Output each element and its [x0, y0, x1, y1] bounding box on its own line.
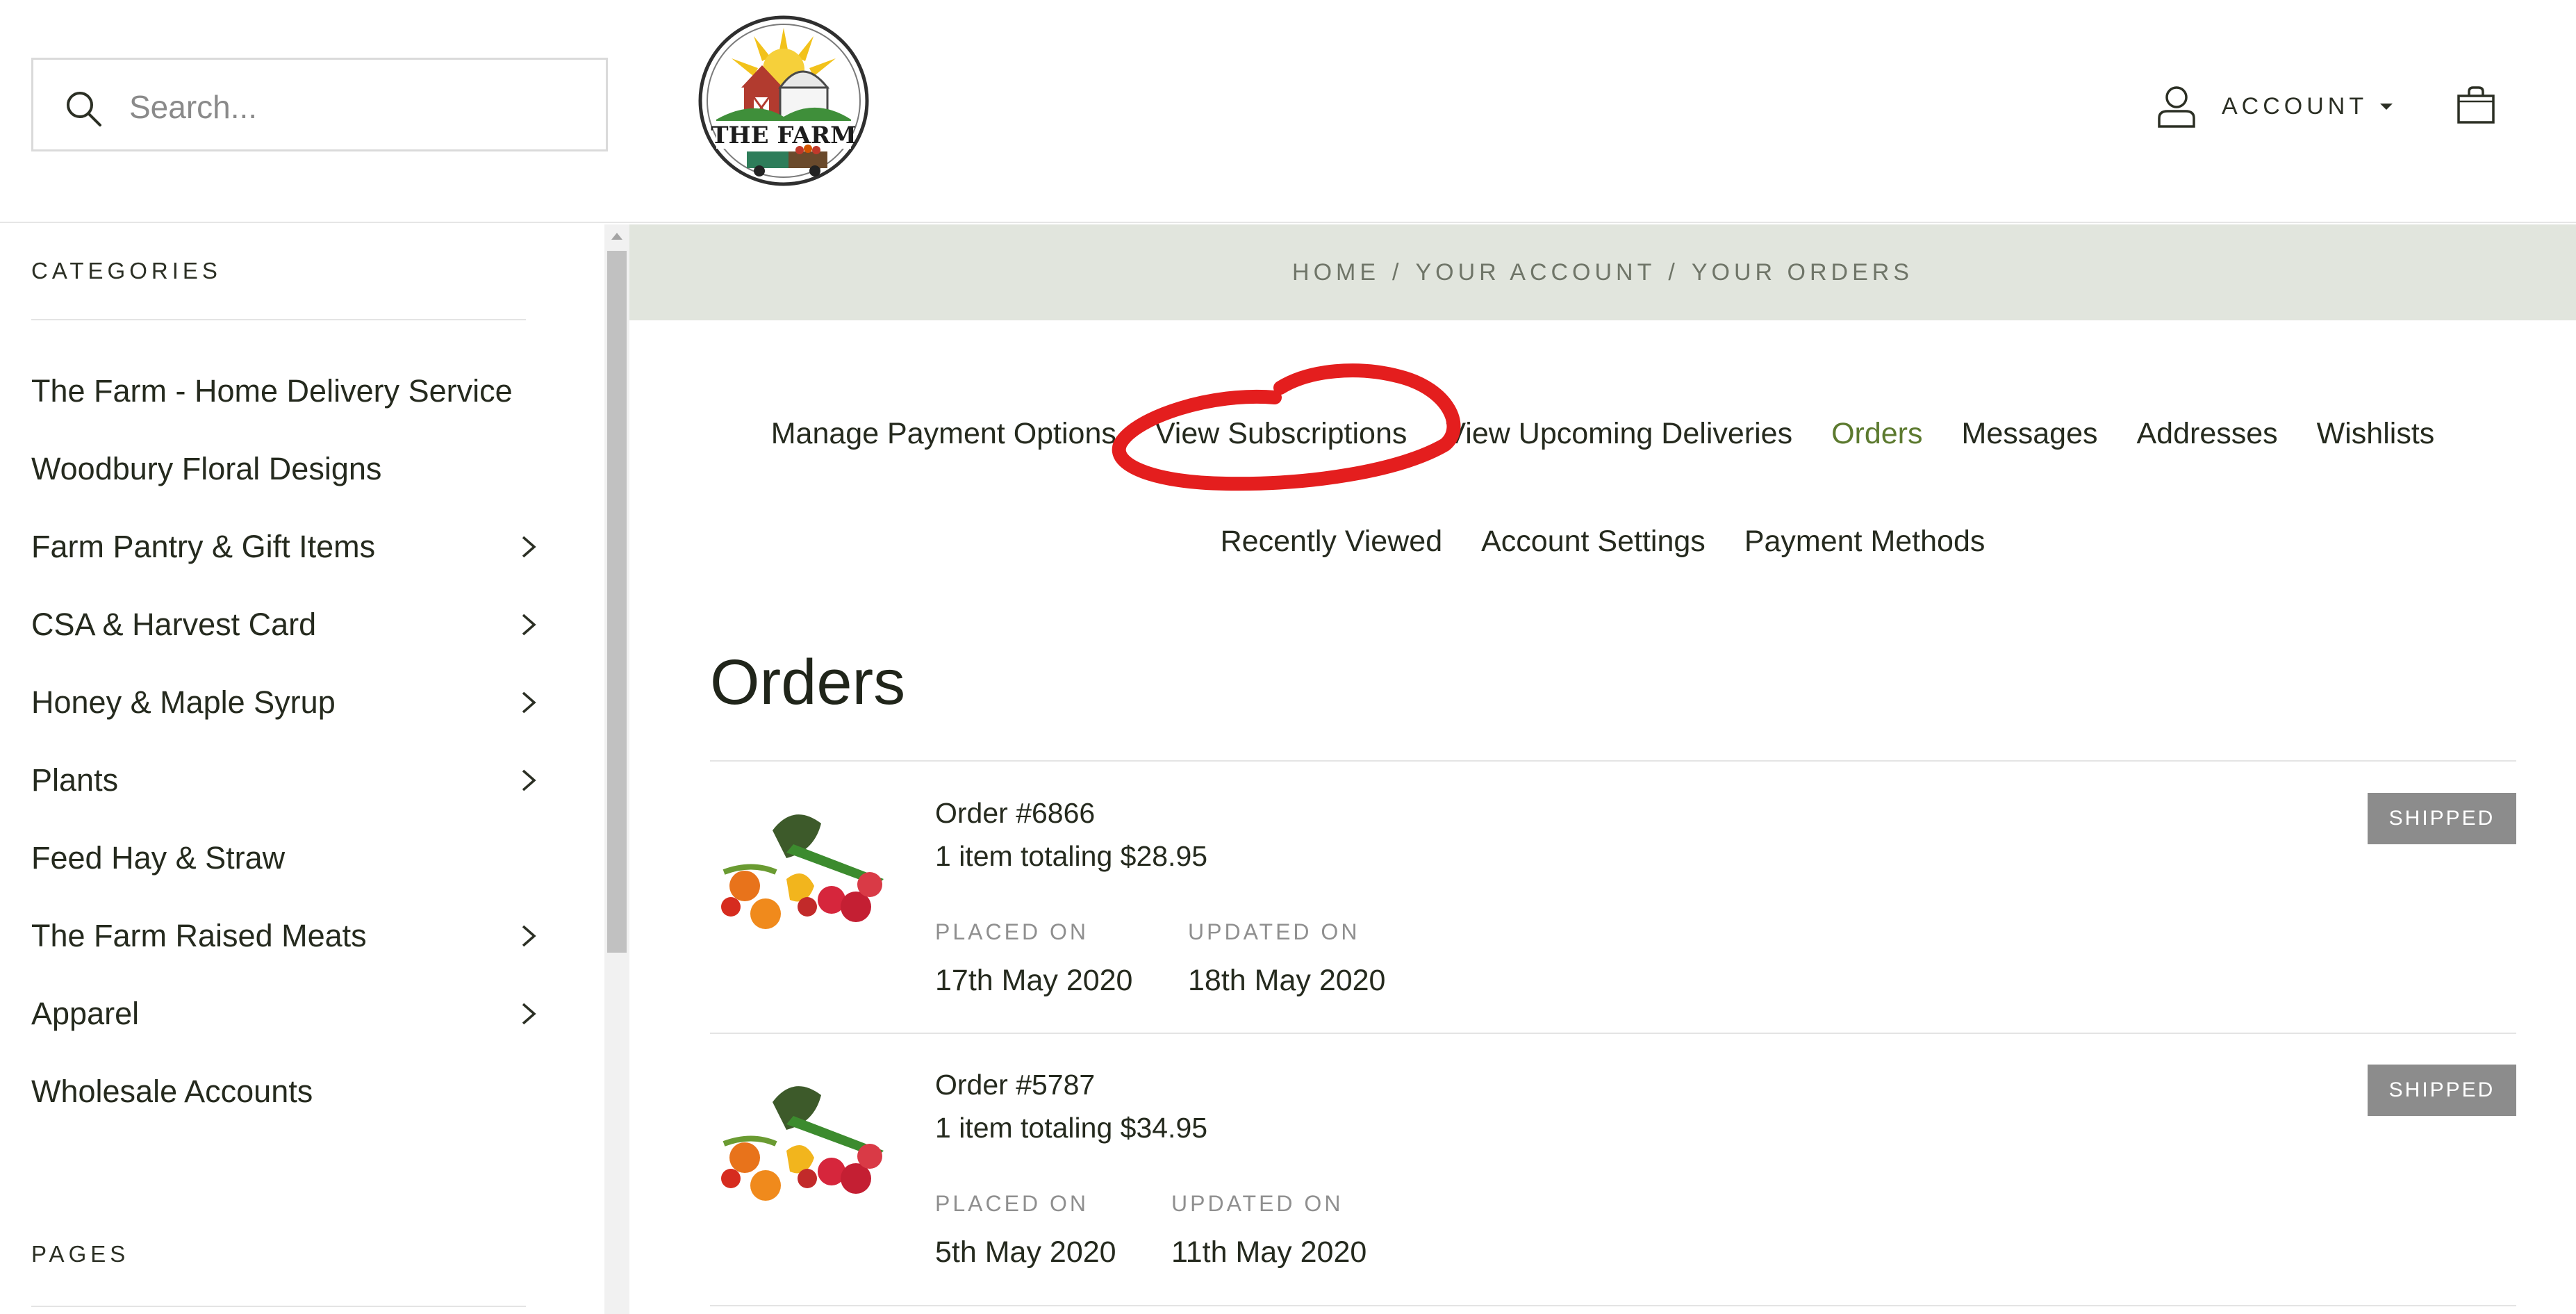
- chevron-right-icon[interactable]: [519, 690, 538, 715]
- chevron-right-icon[interactable]: [519, 612, 538, 637]
- category-label: Apparel: [31, 996, 140, 1031]
- category-floral-designs[interactable]: Woodbury Floral Designs: [31, 445, 538, 493]
- nav-wishlists[interactable]: Wishlists: [2317, 417, 2435, 451]
- caret-down-icon: [2380, 103, 2393, 110]
- category-label: Farm Pantry & Gift Items: [31, 529, 376, 564]
- search-placeholder: Search...: [129, 89, 258, 125]
- breadcrumb-account[interactable]: YOUR ACCOUNT: [1415, 259, 1656, 286]
- farm-logo[interactable]: THE FARM: [698, 15, 869, 186]
- svg-text:THE FARM: THE FARM: [711, 122, 857, 149]
- chevron-right-icon[interactable]: [519, 923, 538, 948]
- category-home-delivery[interactable]: The Farm - Home Delivery Service: [31, 367, 538, 416]
- nav-account-settings[interactable]: Account Settings: [1481, 525, 1706, 559]
- nav-orders[interactable]: Orders: [1831, 417, 1922, 451]
- updated-on-label: UPDATED ON: [1188, 919, 1360, 944]
- category-wholesale[interactable]: Wholesale Accounts: [31, 1067, 538, 1116]
- category-label: Honey & Maple Syrup: [31, 684, 336, 720]
- category-honey-maple[interactable]: Honey & Maple Syrup: [31, 678, 538, 727]
- user-icon: [2158, 86, 2195, 128]
- chevron-right-icon[interactable]: [519, 534, 538, 559]
- order-summary: 1 item totaling $28.95: [935, 840, 1208, 872]
- category-farm-pantry[interactable]: Farm Pantry & Gift Items: [31, 523, 538, 571]
- category-apparel[interactable]: Apparel: [31, 989, 538, 1038]
- search-icon: [67, 92, 101, 126]
- nav-view-subscriptions[interactable]: View Subscriptions: [1155, 417, 1407, 451]
- category-label: Woodbury Floral Designs: [31, 451, 382, 486]
- placed-on-date: 5th May 2020: [935, 1235, 1116, 1269]
- nav-recently-viewed[interactable]: Recently Viewed: [1221, 525, 1443, 559]
- pages-heading: PAGES: [31, 1241, 130, 1267]
- categories-heading: CATEGORIES: [31, 258, 222, 284]
- shopping-bag-icon[interactable]: [2456, 85, 2496, 125]
- updated-on-date: 11th May 2020: [1171, 1235, 1367, 1269]
- nav-payment-methods[interactable]: Payment Methods: [1744, 525, 1985, 559]
- scroll-up-arrow-icon[interactable]: [611, 233, 622, 240]
- category-plants[interactable]: Plants: [31, 756, 538, 805]
- category-label: CSA & Harvest Card: [31, 607, 317, 642]
- category-raised-meats[interactable]: The Farm Raised Meats: [31, 912, 538, 960]
- order-card[interactable]: Order #5787 1 item totaling $34.95 PLACE…: [710, 1034, 2516, 1305]
- produce-thumbnail[interactable]: [710, 1074, 905, 1206]
- nav-manage-payment-options[interactable]: Manage Payment Options: [771, 417, 1116, 451]
- nav-messages[interactable]: Messages: [1962, 417, 2098, 451]
- breadcrumb-current: YOUR ORDERS: [1691, 258, 1913, 286]
- account-nav-row-1: Manage Payment Options View Subscription…: [629, 417, 2576, 451]
- site-header: Search... THE FARM ACCOUNT: [0, 0, 2576, 223]
- placed-on-label: PLACED ON: [935, 919, 1089, 944]
- chevron-right-icon[interactable]: [519, 1001, 538, 1026]
- page-title: Orders: [710, 647, 906, 718]
- nav-addresses[interactable]: Addresses: [2136, 417, 2277, 451]
- category-label: The Farm Raised Meats: [31, 918, 367, 953]
- category-csa-harvest[interactable]: CSA & Harvest Card: [31, 600, 538, 649]
- updated-on-label: UPDATED ON: [1171, 1191, 1344, 1216]
- order-card[interactable]: Order #6866 1 item totaling $28.95 PLACE…: [710, 762, 2516, 1033]
- search-input[interactable]: Search...: [31, 58, 608, 151]
- breadcrumb-separator: /: [1392, 258, 1403, 286]
- nav-view-upcoming-deliveries[interactable]: View Upcoming Deliveries: [1446, 417, 1792, 451]
- account-menu[interactable]: ACCOUNT: [2156, 82, 2393, 131]
- divider: [31, 319, 526, 320]
- updated-on-date: 18th May 2020: [1188, 964, 1386, 997]
- sidebar-scrollbar[interactable]: [604, 224, 629, 1314]
- scrollbar-thumb[interactable]: [607, 251, 627, 953]
- status-badge: SHIPPED: [2368, 1065, 2516, 1116]
- category-label: Wholesale Accounts: [31, 1074, 313, 1109]
- divider: [31, 1306, 526, 1307]
- category-feed-hay[interactable]: Feed Hay & Straw: [31, 834, 538, 882]
- divider: [710, 760, 2516, 762]
- category-label: The Farm - Home Delivery Service: [31, 373, 513, 409]
- category-label: Plants: [31, 762, 119, 798]
- breadcrumb-separator: /: [1668, 258, 1679, 286]
- order-number[interactable]: Order #5787: [935, 1069, 1095, 1101]
- category-sidebar: CATEGORIES The Farm - Home Delivery Serv…: [0, 224, 604, 1314]
- placed-on-date: 17th May 2020: [935, 964, 1133, 997]
- divider: [710, 1305, 2516, 1306]
- breadcrumb-home[interactable]: HOME: [1292, 259, 1380, 286]
- status-badge: SHIPPED: [2368, 793, 2516, 844]
- category-label: Feed Hay & Straw: [31, 840, 286, 876]
- breadcrumb: HOME / YOUR ACCOUNT / YOUR ORDERS: [629, 224, 2576, 320]
- placed-on-label: PLACED ON: [935, 1191, 1089, 1216]
- account-nav-row-2: Recently Viewed Account Settings Payment…: [629, 525, 2576, 559]
- order-number[interactable]: Order #6866: [935, 797, 1095, 830]
- chevron-right-icon[interactable]: [519, 768, 538, 793]
- account-label: ACCOUNT: [2222, 92, 2368, 120]
- order-summary: 1 item totaling $34.95: [935, 1112, 1208, 1144]
- produce-thumbnail[interactable]: [710, 803, 905, 935]
